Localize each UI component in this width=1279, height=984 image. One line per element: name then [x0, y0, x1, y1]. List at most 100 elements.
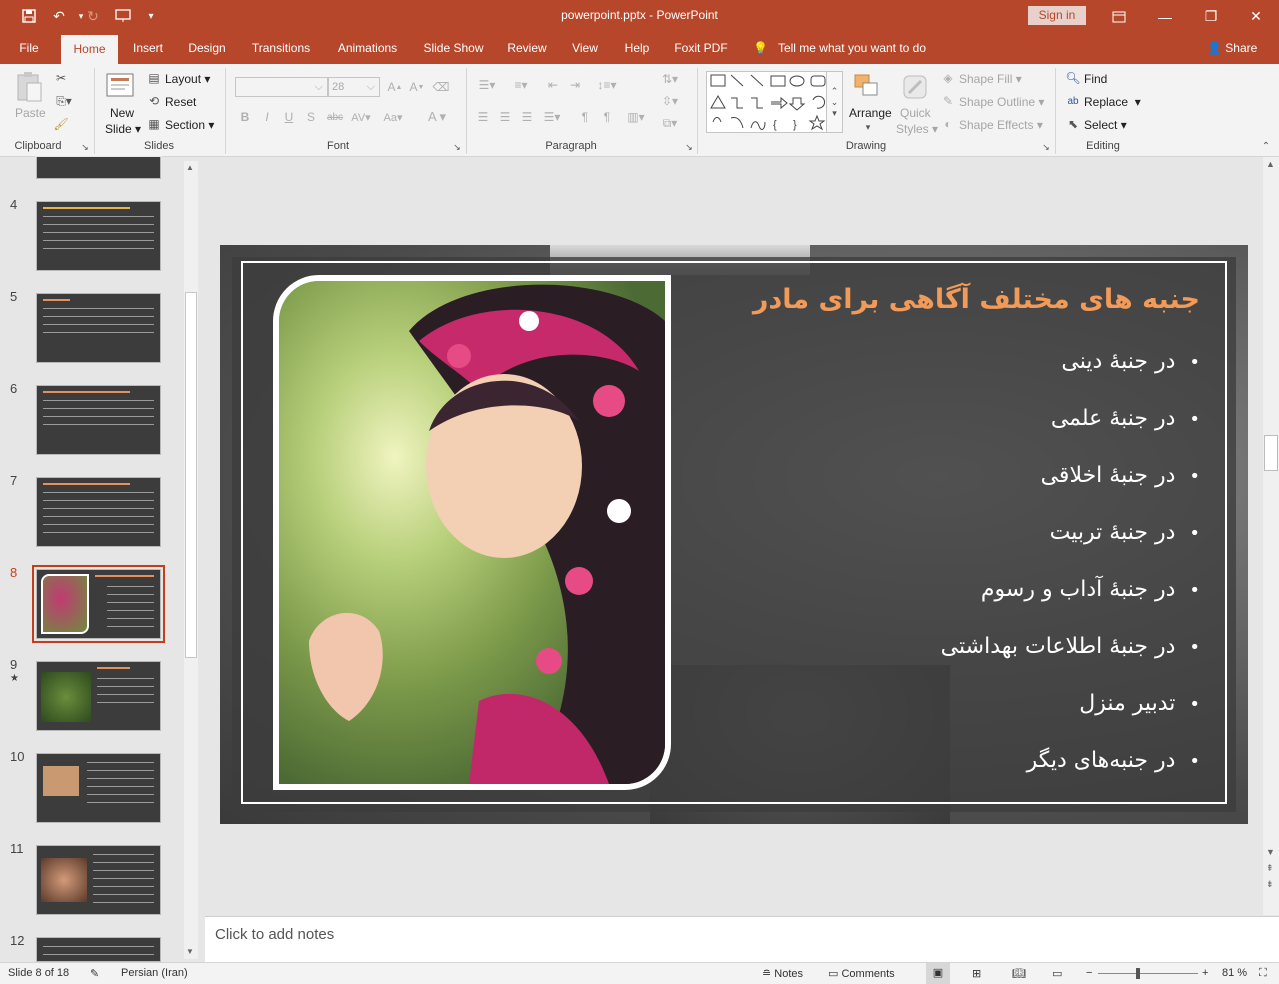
- notes-pane[interactable]: Click to add notes: [205, 916, 1279, 962]
- arrange-icon[interactable]: [852, 72, 882, 102]
- tell-me-search[interactable]: 💡 Tell me what you want to do: [753, 33, 926, 64]
- text-direction-icon[interactable]: ⇅▾: [656, 70, 684, 88]
- shadow-icon[interactable]: S: [304, 108, 318, 126]
- columns-icon[interactable]: ▥▾: [622, 108, 650, 126]
- clipboard-launcher-icon[interactable]: ↘: [80, 142, 90, 152]
- restore-icon[interactable]: ❐: [1188, 0, 1234, 33]
- ribbon-display-options-icon[interactable]: [1096, 0, 1142, 33]
- tab-transitions[interactable]: Transitions: [244, 33, 318, 64]
- reading-view-icon[interactable]: 📖︎: [1012, 967, 1026, 980]
- shape-effects-icon[interactable]: ◐: [940, 116, 956, 132]
- decrease-indent-icon[interactable]: ⇤: [544, 76, 562, 94]
- paint-bucket-icon[interactable]: ◈: [940, 70, 956, 86]
- slide-thumbnail-10[interactable]: [35, 752, 162, 824]
- section-button[interactable]: Section ▾: [165, 118, 214, 132]
- replace-button[interactable]: Replace ▾: [1084, 95, 1141, 109]
- increase-indent-icon[interactable]: ⇥: [566, 76, 584, 94]
- sign-in-button[interactable]: Sign in: [1028, 6, 1086, 25]
- find-button[interactable]: Find: [1084, 72, 1107, 86]
- slide-scrollbar[interactable]: ▲ ▼ ⇞ ⇟: [1263, 157, 1279, 915]
- justify-icon[interactable]: ☰▾: [540, 108, 564, 126]
- next-slide-icon[interactable]: ⇟: [1266, 879, 1274, 890]
- paragraph-launcher-icon[interactable]: ↘: [684, 142, 694, 152]
- quick-styles-icon[interactable]: [900, 72, 930, 102]
- language-indicator[interactable]: Persian (Iran): [121, 967, 188, 979]
- copy-icon[interactable]: ⎘▾: [52, 92, 76, 110]
- slide-scroll-thumb[interactable]: [1264, 435, 1278, 471]
- select-cursor-icon[interactable]: ⬉: [1065, 116, 1081, 132]
- new-slide-label-2[interactable]: Slide ▾: [105, 122, 141, 136]
- tab-file[interactable]: File: [10, 33, 48, 64]
- notes-button[interactable]: ≘ Notes: [762, 967, 803, 980]
- shapes-gallery-scroll[interactable]: ⌃ ⌄ ▾: [826, 71, 843, 133]
- slide-sorter-icon[interactable]: ⊞: [972, 967, 981, 980]
- share-button[interactable]: 👤 Share: [1207, 33, 1257, 64]
- bullet-item[interactable]: •در جنبۀ آداب و رسوم: [680, 577, 1200, 602]
- tab-insert[interactable]: Insert: [126, 33, 170, 64]
- notes-placeholder[interactable]: Click to add notes: [215, 926, 334, 943]
- change-case-icon[interactable]: Aa▾: [378, 108, 408, 126]
- tab-animations[interactable]: Animations: [330, 33, 405, 64]
- spelling-icon[interactable]: ✎: [90, 967, 99, 980]
- format-painter-icon[interactable]: 🖌: [52, 115, 70, 133]
- tab-home[interactable]: Home: [61, 35, 118, 64]
- clear-formatting-icon[interactable]: ⌫: [432, 78, 450, 96]
- character-spacing-icon[interactable]: AV▾: [348, 108, 374, 126]
- slide-thumbnail-pane[interactable]: 4 5 6 7 8 9 ★ 10 11 12: [0, 156, 202, 963]
- quick-styles-label-1[interactable]: Quick: [900, 106, 931, 120]
- slideshow-view-icon[interactable]: ▭: [1052, 967, 1062, 980]
- line-spacing-icon[interactable]: ↕≡▾: [592, 76, 622, 94]
- fit-to-window-icon[interactable]: ⛶: [1259, 967, 1267, 980]
- increase-font-icon[interactable]: A ▲: [386, 78, 404, 96]
- bold-icon[interactable]: B: [238, 108, 252, 126]
- section-icon[interactable]: ▦: [146, 116, 162, 132]
- shape-outline-button[interactable]: Shape Outline ▾: [959, 95, 1044, 109]
- reset-icon[interactable]: ⟲: [146, 93, 162, 109]
- shape-fill-button[interactable]: Shape Fill ▾: [959, 72, 1022, 86]
- shapes-gallery[interactable]: {}: [706, 71, 843, 133]
- layout-button[interactable]: Layout ▾: [165, 72, 210, 86]
- cut-icon[interactable]: ✂: [52, 69, 70, 87]
- slide-thumbnail-7[interactable]: [35, 476, 162, 548]
- bullet-item[interactable]: •در جنبۀ تربیت: [680, 520, 1200, 545]
- replace-icon[interactable]: ab: [1063, 93, 1083, 109]
- font-color-icon[interactable]: A ▾: [422, 108, 452, 126]
- zoom-in-icon[interactable]: +: [1202, 967, 1208, 979]
- slide-thumbnail-6[interactable]: [35, 384, 162, 456]
- font-name-combo[interactable]: ⌵: [235, 77, 328, 97]
- thumbnail-scrollbar[interactable]: ▲ ▼: [184, 161, 198, 959]
- paste-label[interactable]: Paste: [15, 106, 46, 120]
- scroll-down-icon[interactable]: ▼: [1266, 847, 1275, 857]
- zoom-slider[interactable]: [1098, 973, 1198, 974]
- layout-icon[interactable]: ▤: [146, 70, 162, 86]
- select-button[interactable]: Select ▾: [1084, 118, 1127, 132]
- scroll-up-icon[interactable]: ▲: [186, 163, 194, 172]
- align-left-icon[interactable]: ☰: [474, 108, 492, 126]
- bullet-item[interactable]: •در جنبۀ اطلاعات بهداشتی: [680, 634, 1200, 659]
- new-slide-icon[interactable]: [104, 69, 138, 103]
- slide-title[interactable]: جنبه های مختلف آگاهی برای مادر: [700, 284, 1200, 315]
- zoom-level[interactable]: 81 %: [1222, 967, 1247, 979]
- smartart-icon[interactable]: ⧉▾: [656, 114, 684, 132]
- close-icon[interactable]: ✕: [1233, 0, 1279, 33]
- normal-view-icon[interactable]: ▣: [926, 963, 950, 984]
- bullet-item[interactable]: •در جنبه‌های دیگر: [680, 748, 1200, 773]
- font-size-combo[interactable]: 28 ⌵: [328, 77, 380, 97]
- thumbnail-scroll-thumb[interactable]: [185, 292, 197, 658]
- scroll-up-icon[interactable]: ▲: [1266, 159, 1275, 169]
- bullets-icon[interactable]: ☰▾: [474, 76, 500, 94]
- reset-button[interactable]: Reset: [165, 95, 196, 109]
- underline-icon[interactable]: U: [282, 108, 296, 126]
- zoom-out-icon[interactable]: −: [1086, 967, 1092, 979]
- shape-effects-button[interactable]: Shape Effects ▾: [959, 118, 1043, 132]
- align-center-icon[interactable]: ☰: [496, 108, 514, 126]
- find-icon[interactable]: 🔍︎: [1065, 70, 1081, 86]
- slide-thumbnail-8-selected[interactable]: [32, 565, 165, 643]
- tab-review[interactable]: Review: [502, 33, 552, 64]
- slide-thumbnail-3-partial[interactable]: [35, 156, 162, 180]
- tab-design[interactable]: Design: [182, 33, 232, 64]
- tab-help[interactable]: Help: [618, 33, 656, 64]
- comments-button[interactable]: ▭ Comments: [828, 967, 895, 980]
- bullet-item[interactable]: •در جنبۀ علمی: [680, 406, 1200, 431]
- minimize-icon[interactable]: —: [1142, 0, 1188, 33]
